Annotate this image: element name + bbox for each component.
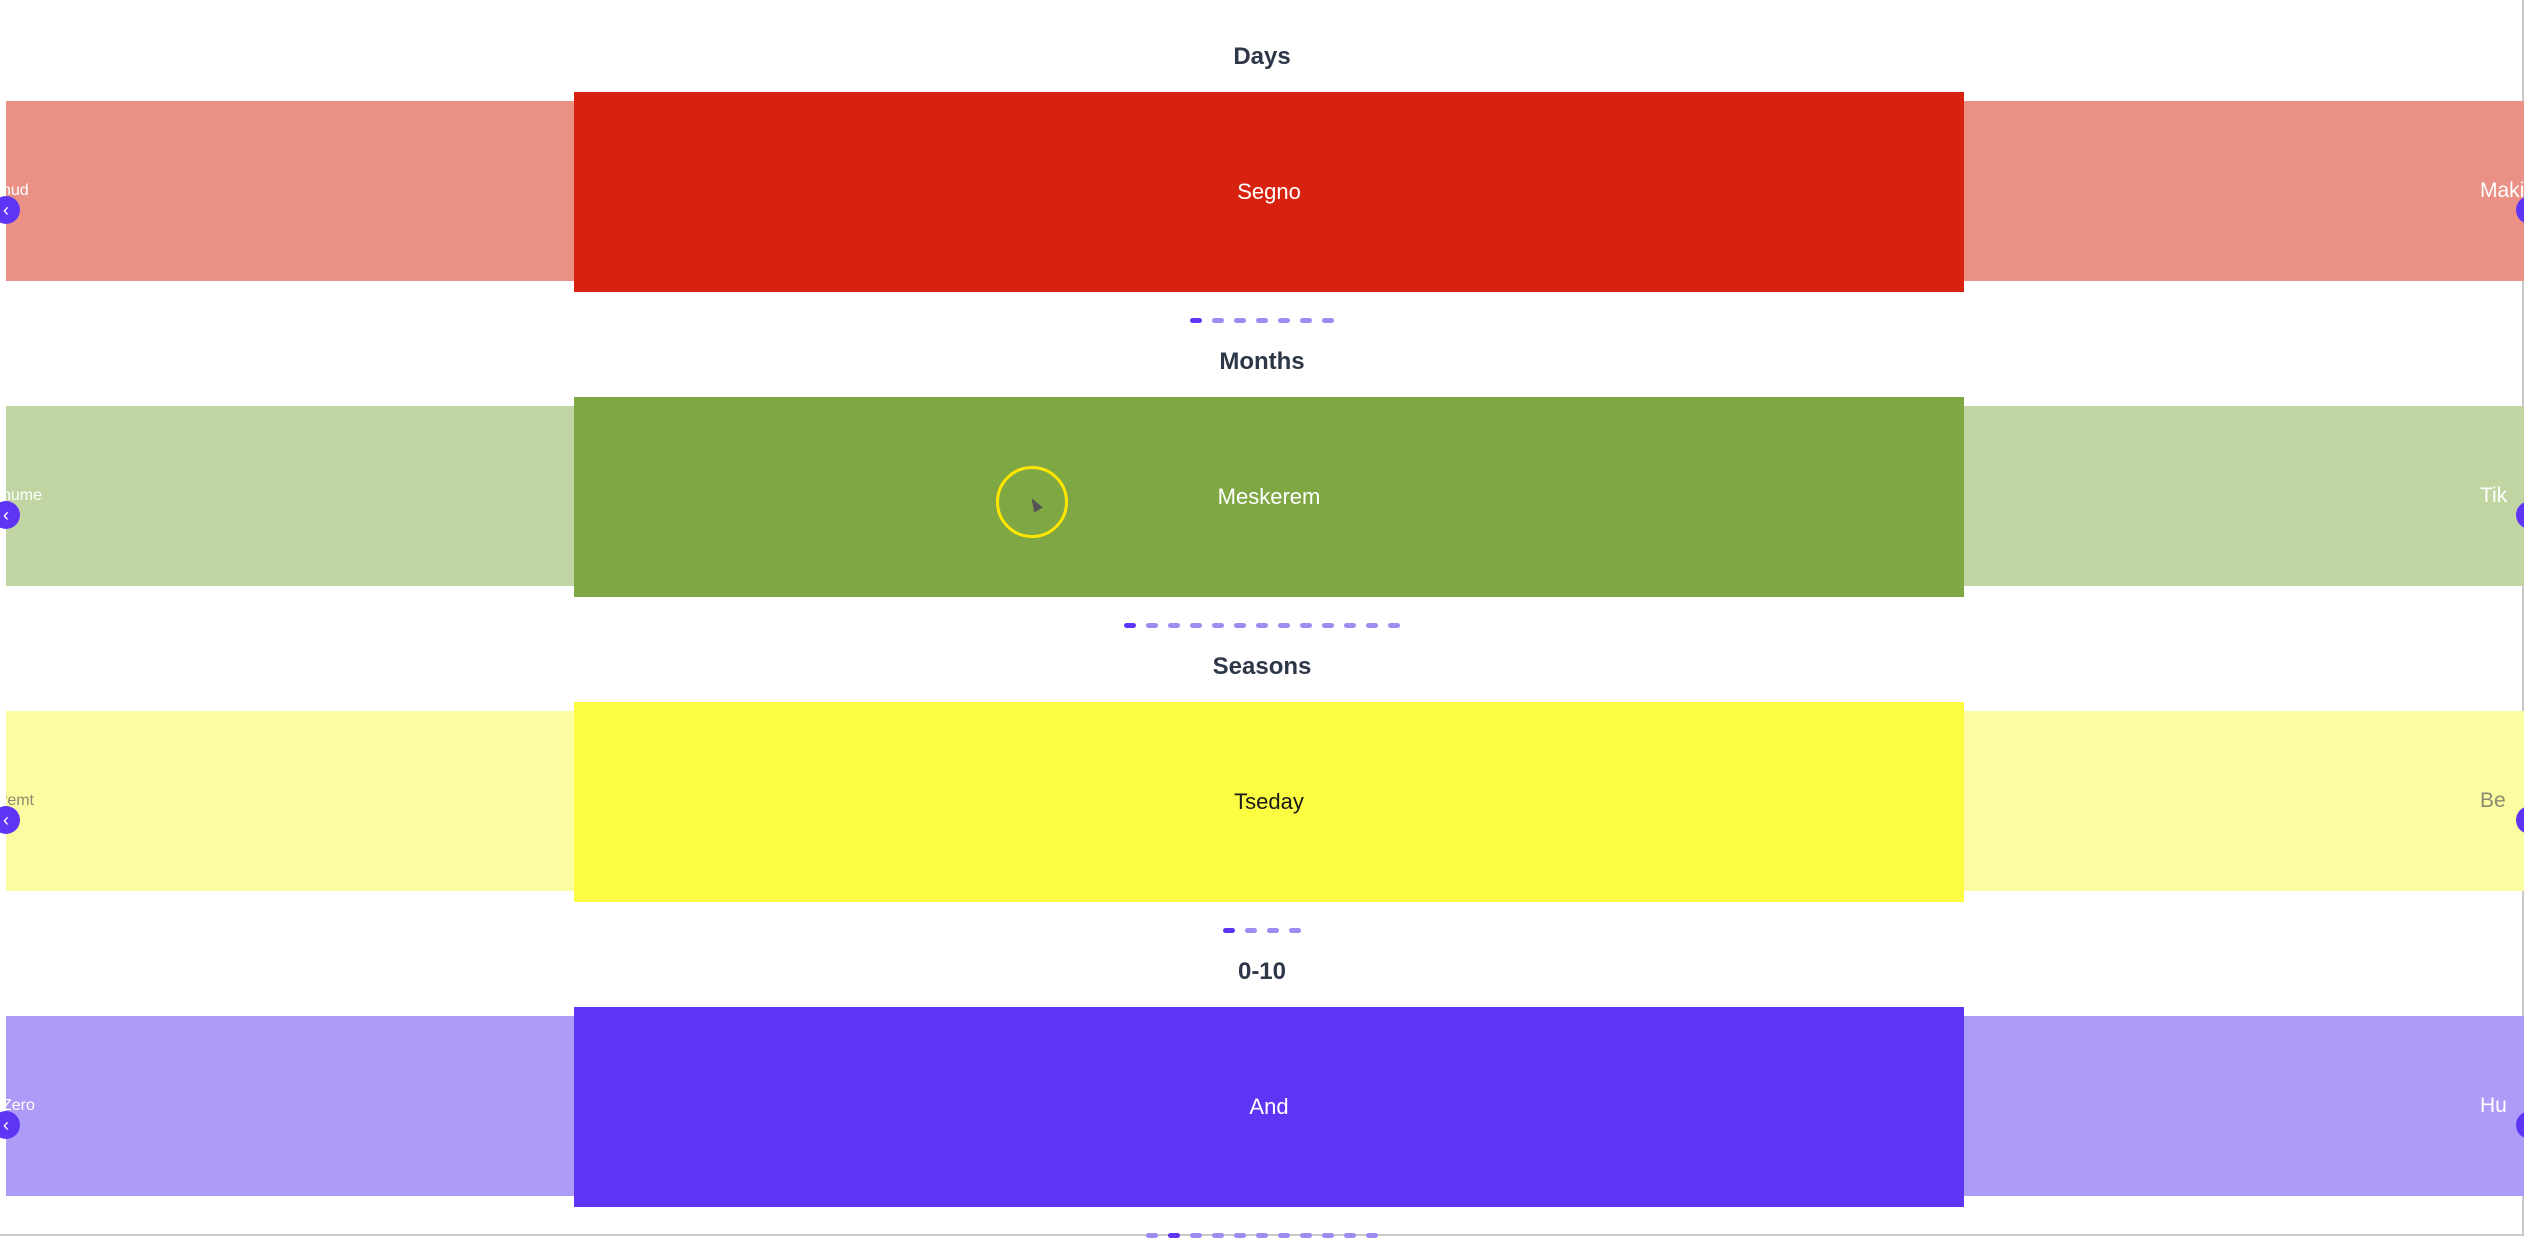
carousel-days: Days hud Segno Makis ‹ › [0, 0, 2524, 323]
chevron-left-icon: ‹ [3, 505, 9, 525]
slide-prev-label: Zero [6, 1097, 35, 1114]
section-title: Seasons [1212, 653, 1312, 680]
chevron-left-icon: ‹ [3, 810, 9, 830]
slide-prev[interactable]: hud [6, 101, 575, 281]
slide-next[interactable]: Hu [1963, 1016, 2524, 1196]
slide-active-label: Meskerem [1217, 484, 1321, 509]
carousel-months: Months hume Meskerem Tik ‹ › [0, 305, 2524, 628]
slide-next[interactable]: Be [1963, 711, 2524, 891]
slide-prev-label: remt [6, 792, 34, 809]
slide-active-label: And [1249, 1094, 1289, 1119]
slide-active[interactable]: Meskerem [574, 397, 1964, 597]
slide-prev-label: hume [6, 487, 43, 504]
slide-prev-label: hud [6, 182, 29, 199]
slide-next[interactable]: Makis [1963, 101, 2524, 281]
carousel-numbers: 0-10 Zero And Hu ‹ › [0, 915, 2524, 1238]
slide-next-label: Makis [2480, 179, 2524, 202]
slide-next-label: Be [2480, 789, 2506, 812]
carousel-seasons: Seasons remt Tseday Be ‹ › [0, 610, 2524, 933]
slide-next[interactable]: Tik [1963, 406, 2524, 586]
slide-prev[interactable]: Zero [6, 1016, 575, 1196]
slide-next-label: Hu [2480, 1094, 2507, 1117]
slide-active-label: Segno [1237, 179, 1301, 204]
section-title: Days [1233, 43, 1291, 70]
section-title: Months [1219, 348, 1305, 375]
slide-prev[interactable]: hume [6, 406, 575, 586]
slide-next-label: Tik [2480, 484, 2508, 507]
slide-active[interactable]: Tseday [574, 702, 1964, 902]
section-title: 0-10 [1237, 958, 1287, 985]
slide-prev[interactable]: remt [6, 711, 575, 891]
slide-active[interactable]: Segno [574, 92, 1964, 292]
chevron-left-icon: ‹ [3, 1115, 9, 1135]
pagination-dots [0, 1233, 2524, 1239]
chevron-left-icon: ‹ [3, 200, 9, 220]
slide-active[interactable]: And [574, 1007, 1964, 1207]
slide-active-label: Tseday [1234, 789, 1304, 814]
